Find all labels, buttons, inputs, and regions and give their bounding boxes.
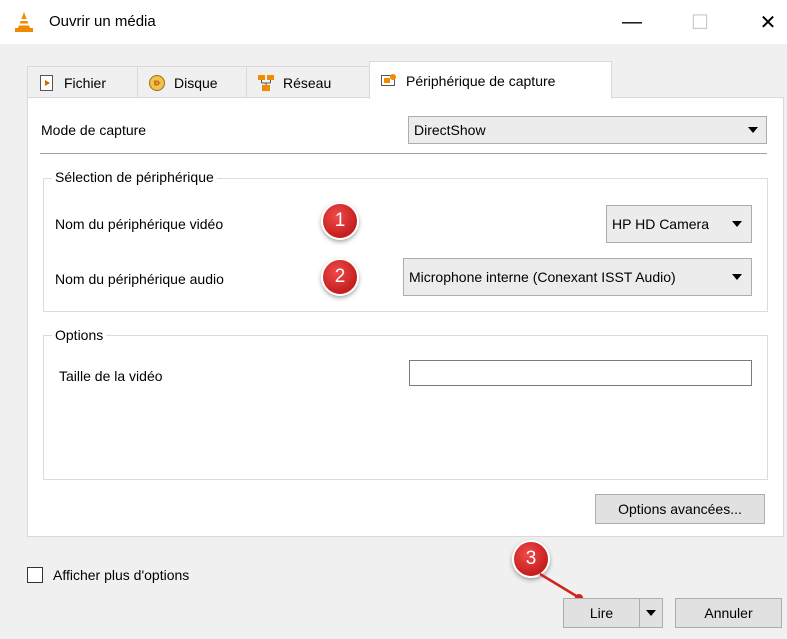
- chevron-down-icon: [748, 127, 758, 133]
- vlc-cone-icon: [14, 11, 34, 33]
- chevron-down-icon: [732, 274, 742, 280]
- close-button[interactable]: ✕: [748, 8, 787, 36]
- maximize-icon: ☐: [691, 11, 709, 34]
- audio-device-label: Nom du périphérique audio: [55, 271, 224, 287]
- badge-number: 3: [525, 548, 537, 569]
- video-device-select[interactable]: HP HD Camera: [606, 205, 752, 243]
- tab-label: Fichier: [64, 74, 107, 91]
- options-group: [43, 335, 768, 480]
- options-title: Options: [52, 327, 107, 343]
- capture-panel: Mode de capture DirectShow Sélection de …: [27, 97, 784, 537]
- minimize-button[interactable]: —: [612, 8, 652, 36]
- advanced-options-button[interactable]: Options avancées...: [595, 494, 765, 524]
- badge-number: 2: [334, 266, 346, 287]
- show-more-options-label[interactable]: Afficher plus d'options: [53, 567, 189, 583]
- tab-disque[interactable]: Disque: [137, 66, 247, 98]
- disc-icon: [148, 74, 166, 92]
- audio-device-select[interactable]: Microphone interne (Conexant ISST Audio): [403, 258, 752, 296]
- badge-number: 1: [334, 210, 346, 231]
- close-icon: ✕: [759, 11, 777, 34]
- tab-reseau[interactable]: Réseau: [246, 66, 370, 98]
- title-bar: Ouvrir un média — ☐ ✕: [0, 0, 787, 44]
- tab-label: Disque: [174, 74, 218, 91]
- show-more-options-checkbox[interactable]: [27, 567, 43, 583]
- capture-device-icon: [380, 72, 398, 90]
- video-size-input[interactable]: [409, 360, 752, 386]
- audio-device-value: Microphone interne (Conexant ISST Audio): [409, 269, 676, 285]
- annotation-badge-1: 1: [321, 202, 359, 240]
- annotation-line: [539, 572, 579, 599]
- divider: [40, 153, 767, 154]
- cancel-label: Annuler: [704, 605, 753, 621]
- video-device-label: Nom du périphérique vidéo: [55, 216, 224, 232]
- maximize-button: ☐: [680, 8, 720, 36]
- cancel-button[interactable]: Annuler: [675, 598, 782, 628]
- file-icon: [38, 74, 56, 92]
- capture-mode-select[interactable]: DirectShow: [408, 116, 767, 144]
- capture-mode-value: DirectShow: [414, 122, 486, 138]
- minimize-icon: —: [622, 10, 642, 33]
- video-size-label: Taille de la vidéo: [59, 368, 163, 384]
- window-title: Ouvrir un média: [49, 13, 156, 30]
- chevron-down-icon: [732, 221, 742, 227]
- tab-fichier[interactable]: Fichier: [27, 66, 138, 98]
- device-selection-title: Sélection de périphérique: [52, 169, 217, 185]
- advanced-options-label: Options avancées...: [618, 501, 742, 517]
- play-button[interactable]: Lire: [563, 598, 640, 628]
- play-dropdown-button[interactable]: [639, 598, 663, 628]
- annotation-badge-3: 3: [512, 540, 550, 578]
- annotation-badge-2: 2: [321, 258, 359, 296]
- tab-label: Périphérique de capture: [406, 72, 556, 89]
- network-icon: [257, 74, 275, 92]
- play-label: Lire: [589, 605, 614, 621]
- video-device-value: HP HD Camera: [612, 216, 709, 232]
- tab-label: Réseau: [283, 74, 332, 91]
- chevron-down-icon: [646, 610, 656, 616]
- tab-peripherique-de-capture[interactable]: Périphérique de capture: [369, 61, 612, 99]
- capture-mode-label: Mode de capture: [41, 122, 147, 138]
